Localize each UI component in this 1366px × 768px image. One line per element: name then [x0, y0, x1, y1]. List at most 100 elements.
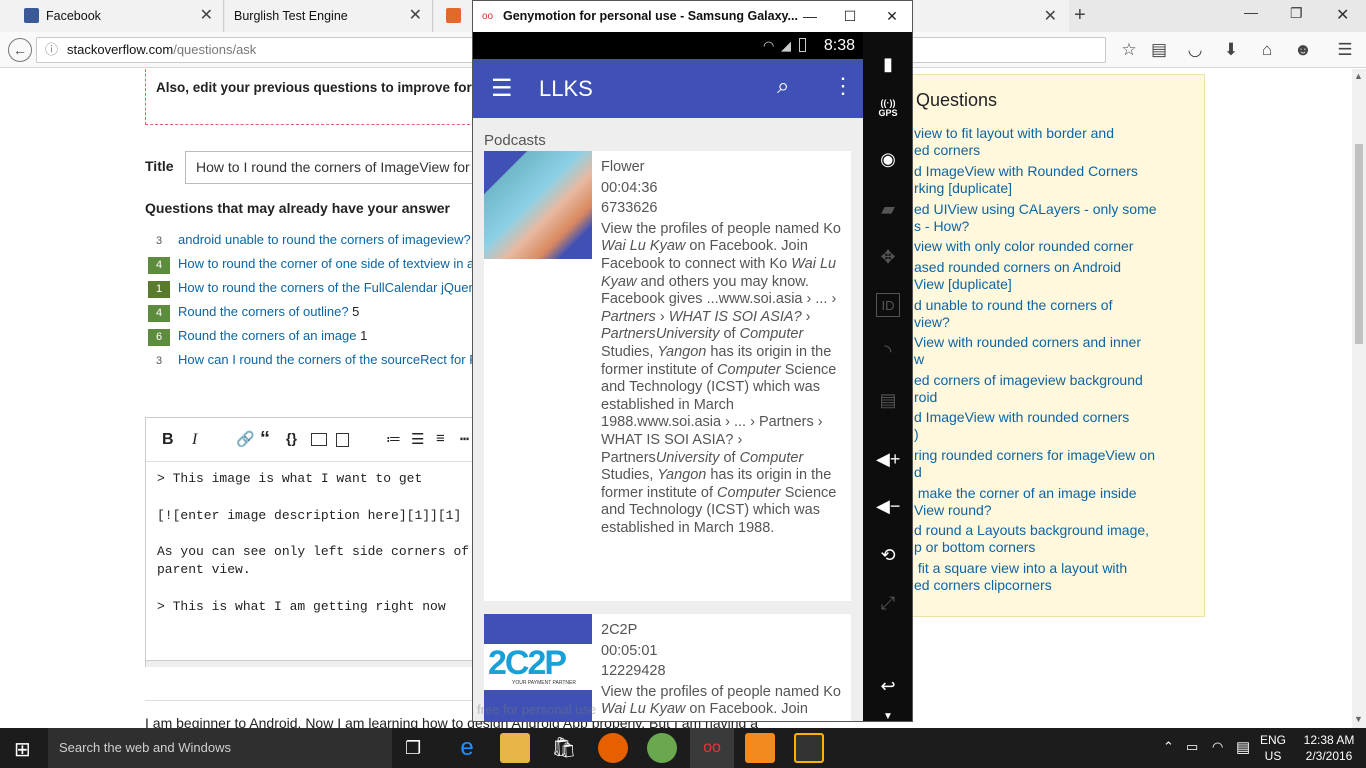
- close-tab-icon[interactable]: ✕: [409, 0, 422, 32]
- editor-line: As you can see only left side corners of: [157, 544, 470, 559]
- pocket-icon[interactable]: ◡: [1184, 40, 1206, 60]
- sidebar-question-link[interactable]: ring rounded corners for imageView on d: [914, 447, 1155, 481]
- sidebar-question-link[interactable]: d round a Layouts background image, p or…: [914, 522, 1149, 556]
- battery-status-icon: [799, 38, 806, 52]
- sidebar-question-link[interactable]: view with only color rounded corner: [914, 238, 1133, 255]
- video-icon[interactable]: ▰: [876, 197, 900, 221]
- clock[interactable]: 12:38 AM 2/3/2016: [1298, 732, 1360, 764]
- maximize-icon[interactable]: ☐: [830, 1, 870, 32]
- page-scrollbar[interactable]: ▲ ▼: [1352, 69, 1366, 728]
- minimize-icon[interactable]: —: [1244, 4, 1258, 20]
- edge-icon[interactable]: e: [452, 733, 482, 763]
- tab-partial[interactable]: [434, 0, 474, 32]
- close-tab-icon[interactable]: ✕: [200, 0, 213, 32]
- scroll-down-icon[interactable]: ▼: [1354, 714, 1363, 724]
- hamburger-menu-icon[interactable]: ☰: [491, 74, 513, 103]
- download-icon[interactable]: ⬇: [1220, 40, 1242, 60]
- question-link[interactable]: How to round the corners of the FullCale…: [178, 280, 479, 295]
- taskbar-search-input[interactable]: Search the web and Windows: [48, 728, 392, 768]
- scrollbar-thumb[interactable]: [1355, 144, 1363, 344]
- rotate-icon[interactable]: ⟲: [876, 543, 900, 567]
- camera-icon[interactable]: ◉: [876, 147, 900, 171]
- title-input[interactable]: How to I round the corners of ImageView …: [185, 151, 485, 184]
- sidebar-question-link[interactable]: View with rounded corners and inner w: [914, 334, 1141, 368]
- reading-list-icon[interactable]: ▤: [1148, 40, 1170, 60]
- sidebar-question-link[interactable]: d ImageView with Rounded Corners rking […: [914, 163, 1138, 197]
- link-icon[interactable]: 🔗: [236, 430, 255, 448]
- minimize-icon[interactable]: —: [790, 1, 830, 32]
- menu-icon[interactable]: ☰: [1334, 40, 1356, 60]
- snippet-icon[interactable]: [336, 433, 349, 447]
- file-explorer-icon[interactable]: [500, 733, 530, 763]
- sidebar-question-link[interactable]: fit a square view into a layout with ed …: [914, 560, 1127, 594]
- sidebar-question-link[interactable]: view to fit layout with border and ed co…: [914, 125, 1114, 159]
- sidebar-question-link[interactable]: ed UIView using CALayers - only some s -…: [914, 201, 1157, 235]
- editor-resize-handle[interactable]: [146, 660, 474, 667]
- sidebar-question-link[interactable]: d ImageView with rounded corners ): [914, 409, 1129, 443]
- question-link[interactable]: How to round the corner of one side of t…: [178, 256, 474, 271]
- sidebar-question-link[interactable]: make the corner of an image inside View …: [914, 485, 1137, 519]
- tab-facebook[interactable]: Facebook ✕: [0, 0, 224, 32]
- back-icon[interactable]: ←: [8, 38, 32, 62]
- android-studio-icon[interactable]: [647, 733, 677, 763]
- question-link[interactable]: android unable to round the corners of i…: [178, 232, 471, 247]
- id-icon[interactable]: ID: [876, 293, 900, 317]
- windows-start-icon[interactable]: ⊞: [14, 737, 31, 762]
- sms-icon[interactable]: ▤: [876, 388, 900, 412]
- bullet-list-icon[interactable]: ☰: [411, 430, 424, 448]
- podcast-card[interactable]: Flower 00:04:36 6733626 View the profile…: [484, 151, 851, 601]
- back-icon[interactable]: ↩: [876, 674, 900, 698]
- tab-burglish[interactable]: Burglish Test Engine ✕: [225, 0, 433, 32]
- gps-icon[interactable]: ((·)) GPS: [876, 98, 900, 122]
- close-icon[interactable]: ✕: [872, 1, 912, 32]
- question-link[interactable]: Round the corners of an image: [178, 328, 357, 343]
- sidebar-question-link[interactable]: ed corners of imageview background roid: [914, 372, 1143, 406]
- bold-button[interactable]: B: [162, 431, 174, 449]
- rule-icon[interactable]: ┅: [460, 430, 469, 448]
- dpad-icon[interactable]: ✥: [876, 245, 900, 269]
- xampp-icon[interactable]: [745, 733, 775, 763]
- firefox-icon[interactable]: [598, 733, 628, 763]
- sidebar-question-link[interactable]: ased rounded corners on Android View [du…: [914, 259, 1121, 293]
- home-icon[interactable]: ⌂: [1256, 40, 1278, 60]
- tab-hidden[interactable]: ✕: [912, 0, 1069, 32]
- language-indicator[interactable]: ENG US: [1260, 732, 1286, 764]
- code-button[interactable]: {}: [286, 430, 297, 446]
- ordered-list-icon[interactable]: ≔: [386, 430, 401, 448]
- scale-icon[interactable]: ⤢: [876, 591, 900, 615]
- quote-icon[interactable]: “: [260, 428, 270, 451]
- more-icon[interactable]: ▼: [876, 705, 900, 721]
- similar-heading: Questions that may already have your ans…: [145, 200, 451, 216]
- chat-icon[interactable]: ☻: [1292, 40, 1314, 60]
- restore-icon[interactable]: ❐: [1290, 5, 1303, 22]
- sublime-icon[interactable]: [794, 733, 824, 763]
- close-window-icon[interactable]: ✕: [1336, 5, 1349, 25]
- close-tab-icon[interactable]: ✕: [1044, 6, 1057, 26]
- question-link[interactable]: Round the corners of outline?: [178, 304, 349, 319]
- question-link[interactable]: How can I round the corners of the sourc…: [178, 352, 477, 367]
- show-hidden-icons[interactable]: ⌃: [1163, 739, 1174, 755]
- volume-up-icon[interactable]: ◀+: [876, 447, 900, 471]
- battery-icon[interactable]: ▮: [876, 52, 900, 76]
- sidebar-question-link[interactable]: d unable to round the corners of view?: [914, 297, 1112, 331]
- store-icon[interactable]: 🛍: [549, 733, 579, 763]
- star-icon[interactable]: ☆: [1118, 40, 1140, 60]
- volume-down-icon[interactable]: ◀−: [876, 494, 900, 518]
- rss-icon[interactable]: ◝: [876, 339, 900, 363]
- scroll-up-icon[interactable]: ▲: [1354, 71, 1363, 81]
- genymotion-taskbar-icon[interactable]: oo: [690, 728, 734, 768]
- watermark: free for personal use: [477, 702, 597, 717]
- editor-textarea[interactable]: > This image is what I want to get [![en…: [146, 463, 474, 661]
- overflow-menu-icon[interactable]: ⋮: [832, 73, 854, 99]
- task-view-icon[interactable]: ❐: [405, 738, 421, 759]
- wifi-tray-icon[interactable]: ◠: [1212, 739, 1223, 755]
- heading-icon[interactable]: ≡: [436, 430, 445, 447]
- image-icon[interactable]: [311, 433, 327, 446]
- italic-button[interactable]: I: [192, 431, 197, 449]
- new-tab-icon[interactable]: +: [1074, 4, 1086, 27]
- genymotion-titlebar[interactable]: oo Genymotion for personal use - Samsung…: [473, 1, 912, 32]
- vote-count: 1: [148, 281, 170, 298]
- search-icon[interactable]: ⌕: [777, 73, 789, 99]
- action-center-icon[interactable]: ▤: [1236, 738, 1250, 756]
- battery-tray-icon[interactable]: ▭: [1186, 739, 1198, 755]
